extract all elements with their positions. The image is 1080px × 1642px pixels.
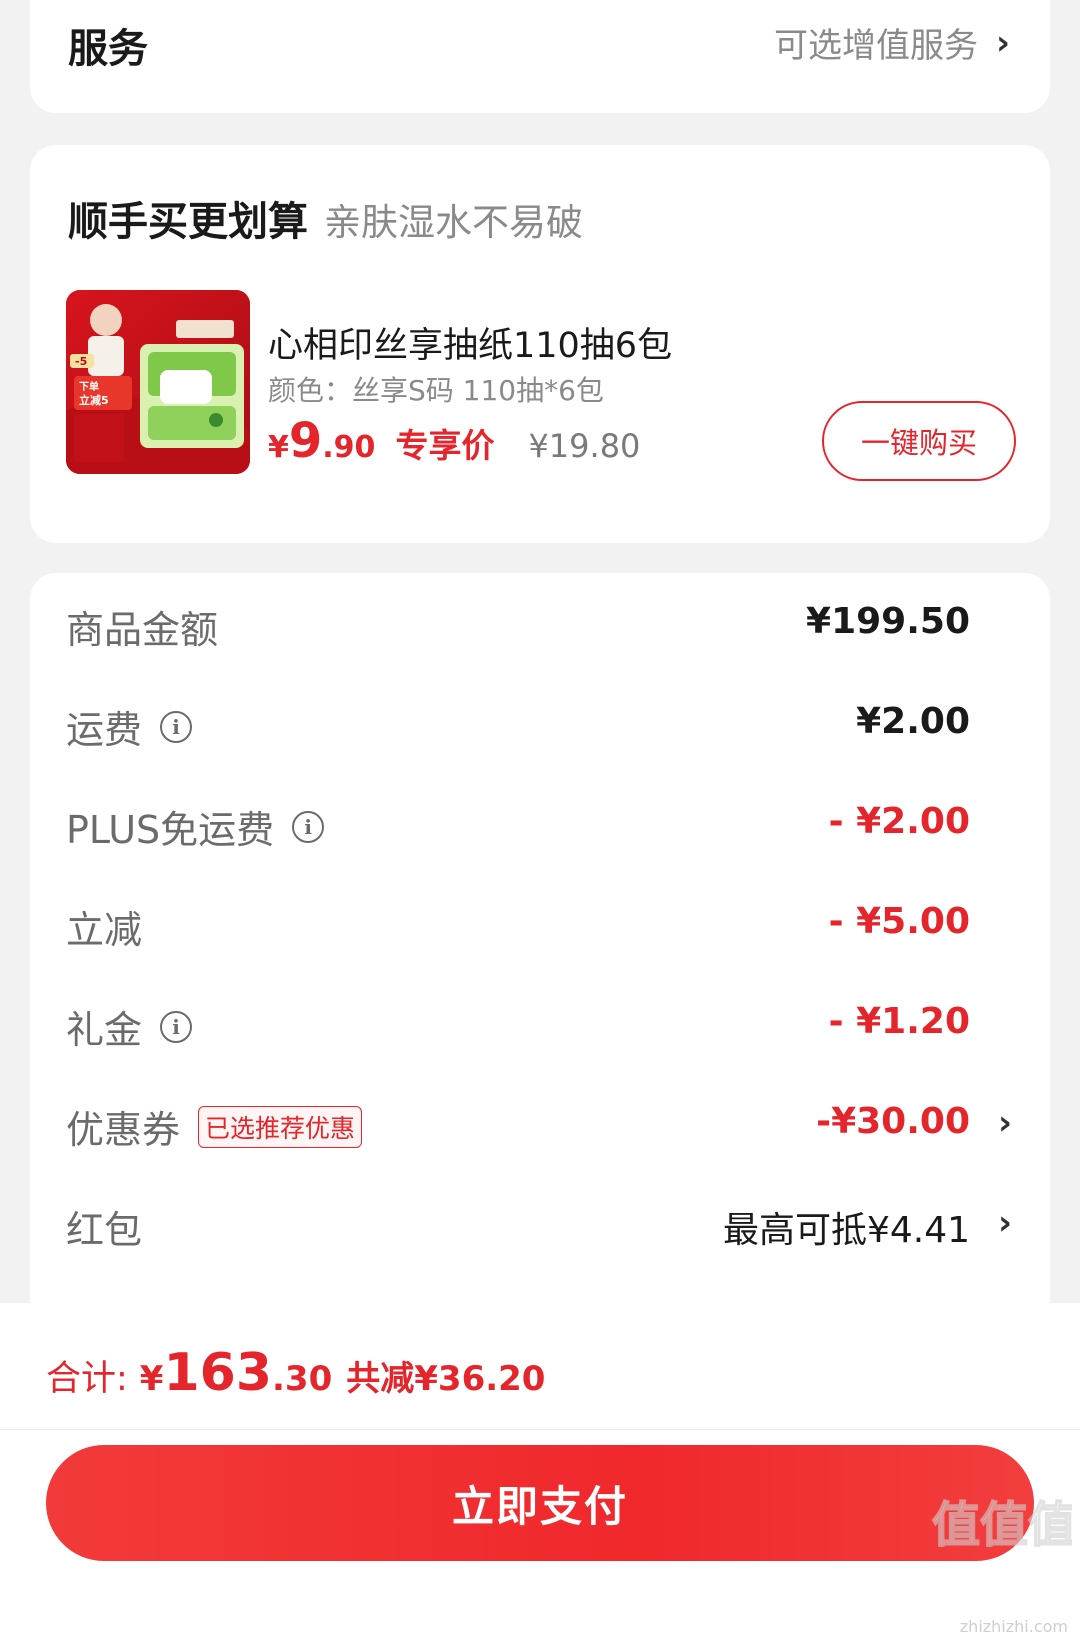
product-price: ¥ 9 .90 专享价 ¥19.80	[268, 413, 640, 469]
watermark-logo: 值值值	[931, 1496, 1072, 1553]
svg-text:-5: -5	[75, 355, 87, 368]
row-label: 优惠券	[66, 1108, 181, 1152]
row-label: 礼金	[66, 1008, 143, 1052]
row-value: - ¥5.00	[828, 901, 970, 942]
addon-card: 顺手买更划算 亲肤湿水不易破 -5 下单 立减5 心相印丝享抽纸110抽6包 颜…	[30, 145, 1050, 543]
summary-row-instant-discount: 立减 - ¥5.00	[30, 873, 1050, 973]
row-label: 红包	[66, 1208, 143, 1252]
service-title: 服务	[68, 26, 148, 72]
product-name[interactable]: 心相印丝享抽纸110抽6包	[268, 317, 672, 368]
value-added-service-label: 可选增值服务	[773, 26, 978, 66]
checkout-bar: 合计: ¥ 163 .30 共减¥36.20 立即支付 值值值 zhizhizh…	[0, 1303, 1080, 1642]
info-icon[interactable]: i	[160, 1010, 193, 1043]
total-currency: ¥	[139, 1359, 164, 1399]
summary-row-plus-free-shipping: PLUS免运费 i - ¥2.00	[30, 773, 1050, 873]
total-integer: 163	[163, 1343, 273, 1403]
price-decimal: .90	[322, 430, 376, 465]
chevron-right-icon: ›	[995, 22, 1010, 63]
row-value: 最高可抵¥4.41	[722, 1210, 970, 1251]
watermark-url: zhizhizhi.com	[959, 1617, 1068, 1636]
chevron-right-icon: ›	[997, 1103, 1012, 1143]
row-value: - ¥1.20	[828, 1001, 970, 1042]
price-integer: 9	[288, 413, 323, 469]
info-icon[interactable]: i	[292, 810, 325, 843]
svg-text:下单: 下单	[79, 380, 99, 393]
chevron-right-icon: ›	[997, 1203, 1012, 1243]
service-card[interactable]: 服务 可选增值服务 ›	[30, 0, 1050, 113]
product-thumbnail[interactable]: -5 下单 立减5	[66, 290, 250, 474]
summary-row-red-packet[interactable]: 红包 最高可抵¥4.41 ›	[30, 1173, 1050, 1273]
product-spec: 颜色：丝享S码 110抽*6包	[268, 374, 604, 407]
row-value: ¥2.00	[856, 701, 970, 742]
divider	[0, 1429, 1080, 1430]
row-label: 立减	[66, 908, 143, 952]
original-price: ¥19.80	[528, 427, 641, 465]
summary-row-shipping: 运费 i ¥2.00	[30, 673, 1050, 773]
total-decimal: .30	[272, 1359, 333, 1399]
pay-now-button[interactable]: 立即支付	[46, 1445, 1034, 1561]
svg-text:值值值: 值值值	[932, 1497, 1072, 1553]
total-saving: 共减¥36.20	[346, 1359, 546, 1399]
price-currency: ¥	[268, 430, 289, 465]
order-total: 合计: ¥ 163 .30 共减¥36.20	[46, 1343, 545, 1403]
addon-header: 顺手买更划算 亲肤湿水不易破	[68, 189, 583, 247]
summary-row-coupon[interactable]: 优惠券 已选推荐优惠 -¥30.00 ›	[30, 1073, 1050, 1173]
row-value: ¥199.50	[806, 601, 970, 642]
exclusive-price-tag: 专享价	[395, 426, 495, 465]
coupon-recommended-badge: 已选推荐优惠	[198, 1105, 363, 1148]
info-icon[interactable]: i	[160, 710, 193, 743]
row-value: -¥30.00	[816, 1101, 970, 1142]
row-label: PLUS免运费	[66, 808, 275, 852]
total-label: 合计:	[46, 1359, 128, 1399]
row-label: 商品金额	[66, 608, 219, 652]
row-value: - ¥2.00	[828, 801, 970, 842]
addon-subtitle: 亲肤湿水不易破	[324, 201, 583, 244]
row-label: 运费	[66, 708, 143, 752]
svg-text:立减5: 立减5	[79, 393, 109, 407]
one-click-buy-button[interactable]: 一键购买	[822, 401, 1016, 481]
addon-title: 顺手买更划算	[68, 199, 308, 245]
summary-row-goods-amount: 商品金额 ¥199.50	[30, 573, 1050, 673]
order-summary-card: 商品金额 ¥199.50 运费 i ¥2.00 PLUS免运费 i - ¥2.0…	[30, 573, 1050, 1373]
summary-row-gift-money: 礼金 i - ¥1.20	[30, 973, 1050, 1073]
tissue-product-image: -5 下单 立减5	[66, 290, 250, 474]
value-added-service-link[interactable]: 可选增值服务 ›	[774, 18, 1010, 67]
